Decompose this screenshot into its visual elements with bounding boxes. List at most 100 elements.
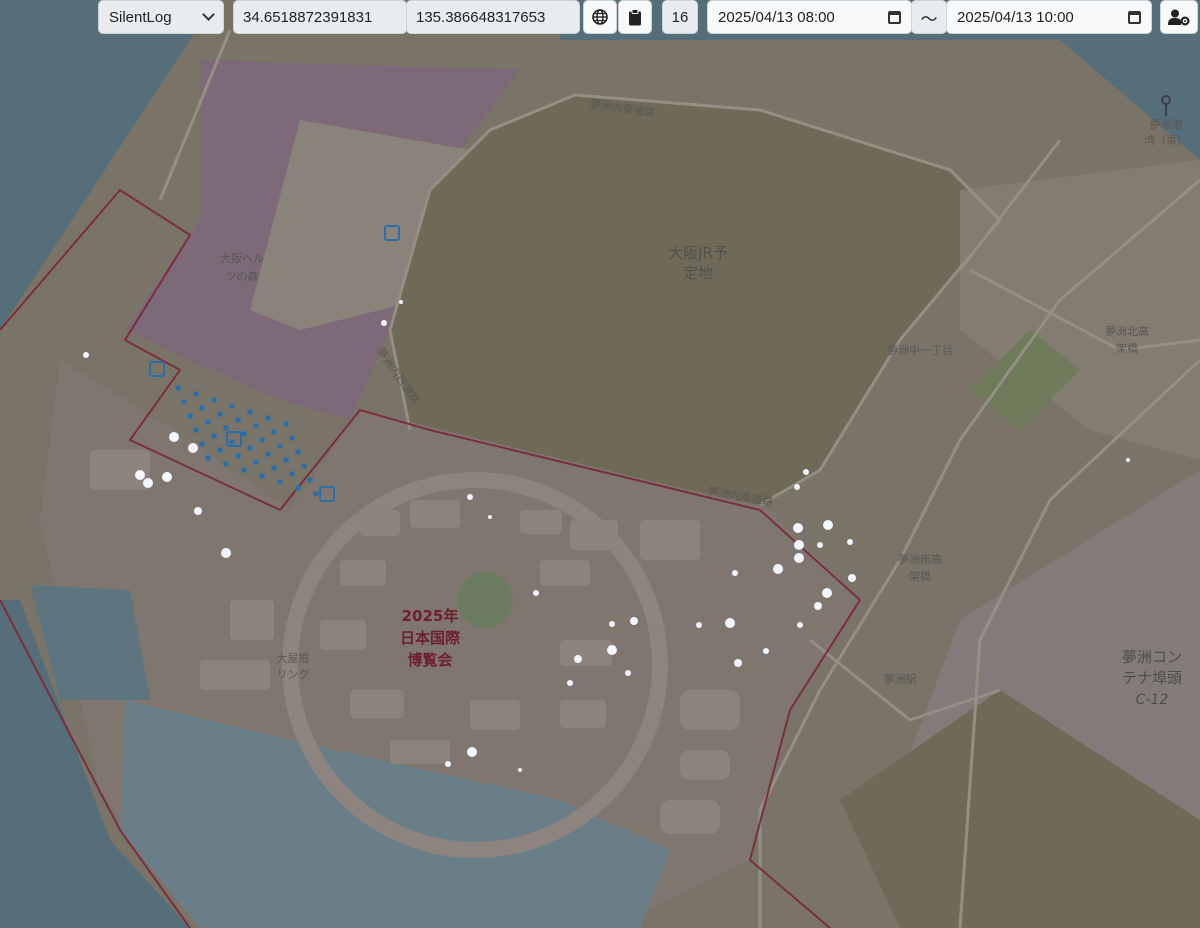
label-north-overpass-2: 架橋 (1116, 341, 1138, 355)
white-log-dot (533, 590, 539, 596)
white-log-dot (625, 670, 631, 676)
white-log-dot (803, 469, 809, 475)
blue-log-dot (211, 397, 217, 403)
blue-log-dot (241, 467, 247, 473)
blue-log-dot (307, 477, 313, 483)
label-jr-site-2: 定地 (683, 264, 713, 282)
white-log-dot (467, 494, 473, 500)
white-log-dot (696, 622, 702, 628)
label-container-2: テナ埠頭 (1122, 669, 1182, 687)
blue-log-dot (205, 419, 211, 425)
label-jr-site-1: 大阪JR予 (668, 244, 728, 262)
latitude-value: 34.6518872391831 (243, 8, 373, 26)
blue-log-dot (199, 405, 205, 411)
white-log-dot (793, 523, 803, 533)
label-expo-1: 2025年 (402, 607, 459, 625)
blue-log-dot (235, 417, 241, 423)
longitude-value: 135.386648317653 (416, 8, 546, 26)
label-container-1: 夢洲コン (1122, 648, 1182, 666)
label-north-overpass-1: 夢洲北高 (1105, 324, 1149, 338)
white-log-dot (725, 618, 735, 628)
white-log-dot (848, 574, 856, 582)
white-log-dot (169, 432, 179, 442)
white-log-dot (567, 680, 573, 686)
blue-log-dot (211, 433, 217, 439)
end-datetime-input[interactable]: 2025/04/13 10:00 (946, 0, 1152, 34)
map-canvas[interactable]: 大阪JR予 定地 2025年 日本国際 博覧会 夢洲中一丁目 夢洲北高 架橋 夢… (0, 0, 1200, 928)
blue-log-dot (247, 445, 253, 451)
white-log-dot (734, 659, 742, 667)
white-log-dot (823, 520, 833, 530)
label-expo-3: 博覧会 (407, 651, 452, 669)
blue-log-dot (259, 473, 265, 479)
log-select[interactable]: SilentLog (98, 0, 224, 34)
central-green (457, 572, 513, 628)
blue-log-dot (241, 431, 247, 437)
globe-button[interactable] (583, 0, 617, 34)
white-log-dot (445, 761, 451, 767)
blue-log-dot (277, 479, 283, 485)
blue-log-dot (193, 391, 199, 397)
blue-log-dot (217, 447, 223, 453)
globe-icon (592, 9, 608, 25)
white-log-dot (763, 648, 769, 654)
white-log-dot (630, 617, 638, 625)
blue-log-dot (229, 403, 235, 409)
label-expo-2: 日本国際 (400, 629, 461, 647)
white-log-dot (822, 588, 832, 598)
blue-log-dot (259, 437, 265, 443)
white-log-dot (221, 548, 231, 558)
white-log-dot (1126, 458, 1130, 462)
blue-log-dot (283, 457, 289, 463)
blue-log-dot (271, 465, 277, 471)
blue-log-dot (277, 443, 283, 449)
white-log-dot (143, 478, 153, 488)
longitude-input[interactable]: 135.386648317653 (406, 0, 580, 34)
blue-log-dot (289, 435, 295, 441)
white-log-dot (488, 515, 492, 519)
user-gear-icon (1168, 9, 1190, 26)
label-forest-2: ツの森 (226, 269, 259, 283)
blue-log-dot (187, 413, 193, 419)
clipboard-button[interactable] (618, 0, 652, 34)
white-log-dot (773, 564, 783, 574)
latitude-input[interactable]: 34.6518872391831 (233, 0, 407, 34)
blue-log-dot (265, 451, 271, 457)
clipboard-icon (629, 8, 641, 25)
white-log-dot (797, 622, 803, 628)
calendar-icon (1128, 10, 1141, 24)
label-top-right-2: 湾（事） (1144, 133, 1188, 147)
start-datetime-value: 2025/04/13 08:00 (718, 8, 835, 26)
zoom-level-field[interactable]: 16 (662, 0, 698, 34)
label-container-code: C-12 (1136, 692, 1169, 708)
blue-log-dot (235, 453, 241, 459)
white-log-dot (794, 484, 800, 490)
blue-log-dot (175, 385, 181, 391)
blue-log-dot (253, 423, 259, 429)
label-ring-2: リング (277, 667, 310, 681)
chevron-down-icon (202, 8, 215, 21)
white-log-dot (794, 540, 804, 550)
blue-log-dot (283, 421, 289, 427)
white-log-dot (83, 352, 89, 358)
white-log-dot (399, 300, 403, 304)
white-log-dot (574, 655, 582, 663)
label-forest-1: 大阪ヘル (220, 251, 264, 265)
blue-log-dot (271, 429, 277, 435)
label-ring-1: 大屋根 (277, 651, 310, 665)
white-log-dot (518, 768, 522, 772)
white-log-dot (194, 507, 202, 515)
calendar-icon (888, 10, 901, 24)
user-settings-button[interactable] (1160, 0, 1198, 34)
label-south-overpass-1: 夢洲南高 (898, 552, 942, 566)
range-separator-text: 〜 (920, 9, 938, 29)
white-log-dot (794, 553, 804, 563)
zoom-value: 16 (671, 8, 689, 26)
white-log-dot (188, 443, 198, 453)
white-log-dot (609, 621, 615, 627)
blue-log-dot (181, 399, 187, 405)
white-log-dot (732, 570, 738, 576)
map[interactable]: 大阪JR予 定地 2025年 日本国際 博覧会 夢洲中一丁目 夢洲北高 架橋 夢… (0, 0, 1200, 928)
start-datetime-input[interactable]: 2025/04/13 08:00 (707, 0, 912, 34)
blue-log-dot (193, 427, 199, 433)
